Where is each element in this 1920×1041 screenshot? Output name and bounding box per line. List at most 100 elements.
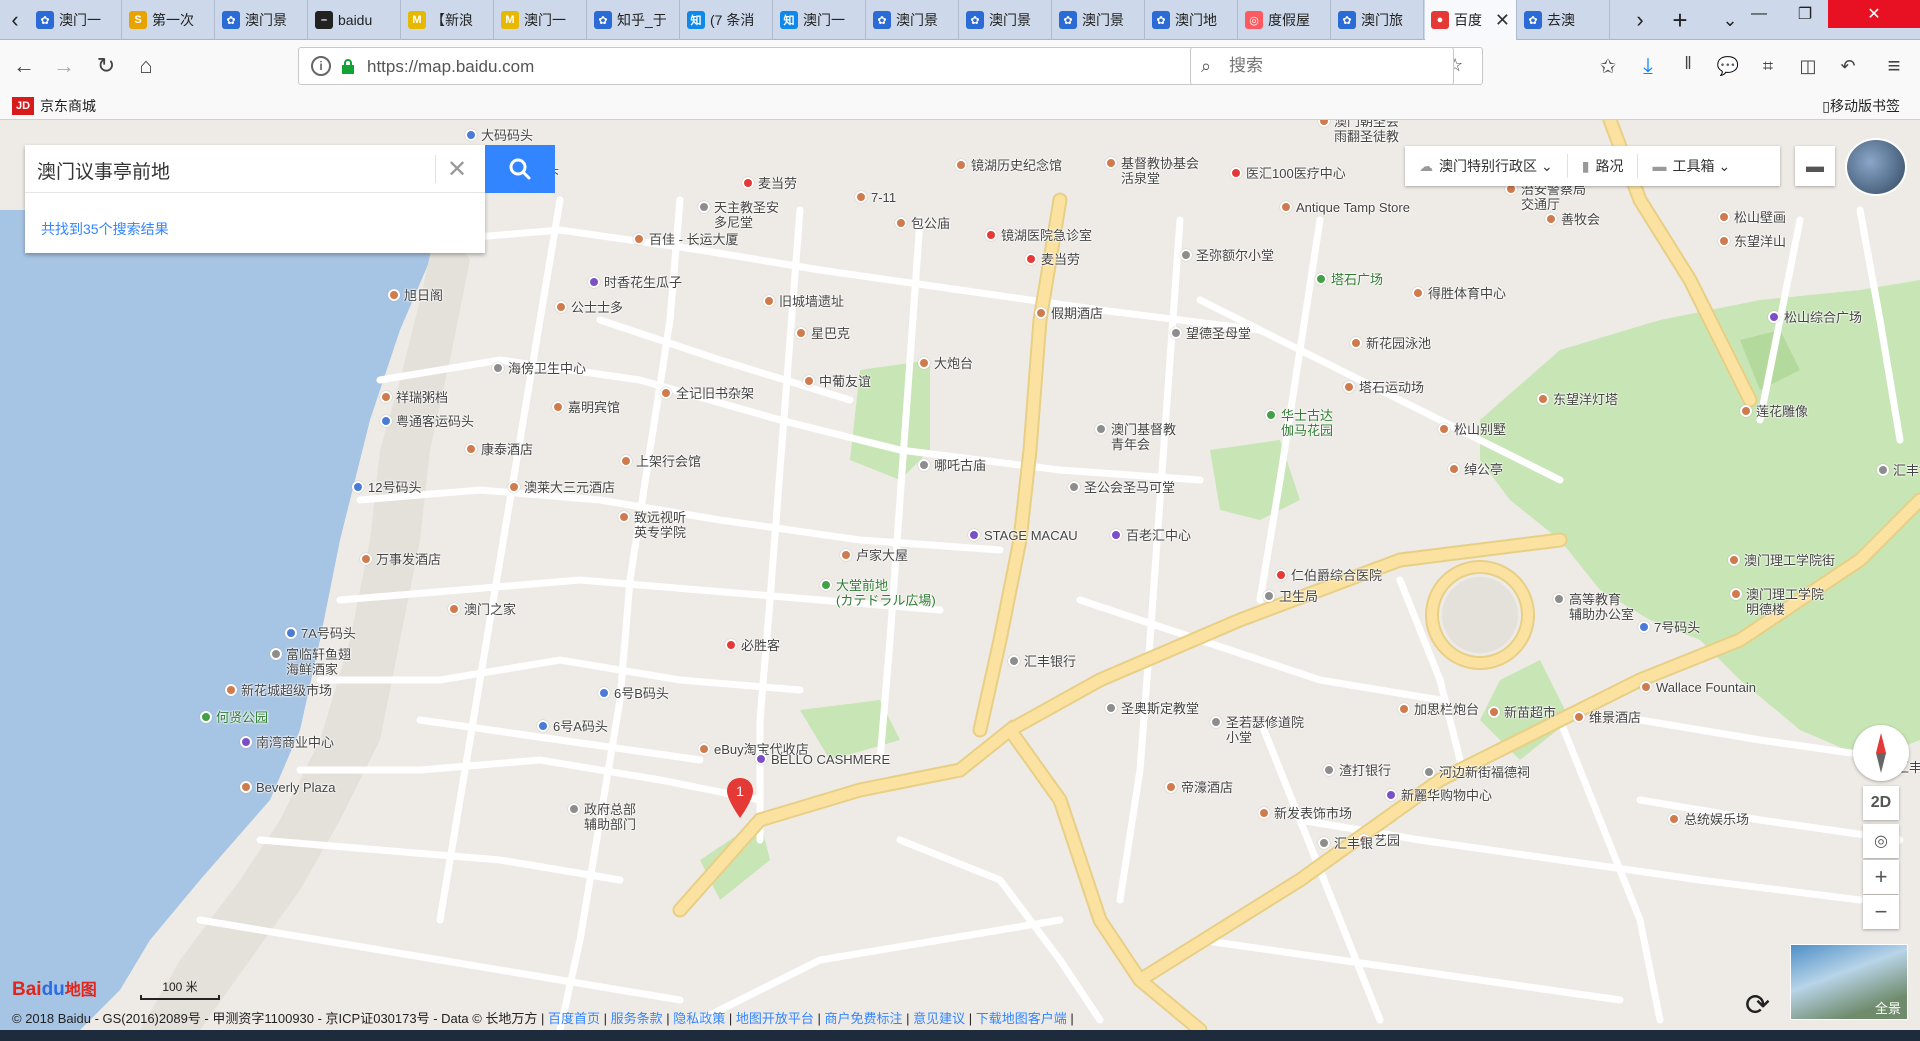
poi-place[interactable]: 治安警察局 交通厅 bbox=[1505, 182, 1586, 212]
poi-church[interactable]: 富临轩鱼翅 海鲜酒家 bbox=[270, 647, 351, 677]
traffic-toggle[interactable]: ▮ 路况 bbox=[1568, 154, 1639, 178]
crop-icon[interactable]: ⌗ bbox=[1752, 50, 1784, 82]
poi-church[interactable]: 圣公会圣马可堂 bbox=[1068, 480, 1175, 495]
poi-shop[interactable]: 星巴克 bbox=[795, 326, 850, 341]
sidebar-icon[interactable]: ◫ bbox=[1792, 50, 1824, 82]
poi-shop[interactable]: 7-11 bbox=[855, 190, 896, 205]
poi-bank[interactable]: 汇丰银 bbox=[1877, 463, 1920, 478]
poi-place[interactable]: 包公庙 bbox=[895, 216, 950, 231]
poi-mall[interactable]: 时香花生瓜子 bbox=[588, 275, 682, 290]
poi-place[interactable]: 康泰酒店 bbox=[465, 442, 533, 457]
poi-place[interactable]: 澳门之家 bbox=[448, 602, 516, 617]
poi-mall[interactable]: 百老汇中心 bbox=[1110, 528, 1191, 543]
back-icon[interactable]: ← bbox=[8, 50, 40, 82]
poi-place[interactable]: 致远视听 英专学院 bbox=[618, 510, 686, 540]
map-canvas[interactable]: 大码码头澳门朝圣会 雨翻圣徒教裕和发记码头 (NO.25)麦当劳镜湖历史纪念馆基… bbox=[0, 120, 1920, 1030]
poi-church[interactable]: 望德圣母堂 bbox=[1170, 326, 1251, 341]
tab[interactable]: – baidu bbox=[309, 0, 401, 40]
poi-hosp[interactable]: 仁伯爵综合医院 bbox=[1275, 568, 1382, 583]
poi-place[interactable]: 基督教协基会 活泉堂 bbox=[1105, 156, 1199, 186]
reading-list-icon[interactable]: ✩ bbox=[1592, 50, 1624, 82]
undo-icon[interactable]: ↶ bbox=[1832, 50, 1864, 82]
poi-place[interactable]: Beverly Plaza bbox=[240, 780, 335, 795]
message-button[interactable]: ▬ bbox=[1795, 146, 1835, 186]
poi-place[interactable]: 澳门朝圣会 雨翻圣徒教 bbox=[1318, 120, 1399, 144]
tab[interactable]: M 澳门一 bbox=[495, 0, 587, 40]
poi-church[interactable]: 河边新街福德祠 bbox=[1423, 765, 1530, 780]
bookmark-jd[interactable]: JD 京东商城 bbox=[12, 96, 96, 116]
tab[interactable]: ● 百度 ✕ bbox=[1425, 0, 1517, 40]
poi-hosp[interactable]: 镜湖医院急诊室 bbox=[985, 228, 1092, 243]
tab[interactable]: ✿ 澳门一 bbox=[30, 0, 122, 40]
region-selector[interactable]: ☁ 澳门特别行政区 ⌄ bbox=[1405, 154, 1568, 178]
toolbox-menu[interactable]: ▬ 工具箱 ⌄ bbox=[1638, 154, 1744, 178]
poi-shop[interactable]: 绰公亭 bbox=[1448, 462, 1503, 477]
poi-church[interactable]: 圣奥斯定教堂 bbox=[1105, 701, 1199, 716]
poi-mall[interactable]: STAGE MACAU bbox=[968, 528, 1078, 543]
poi-place[interactable]: 假期酒店 bbox=[1035, 306, 1103, 321]
footer-link[interactable]: 下载地图客户端 bbox=[976, 1011, 1067, 1026]
home-icon[interactable]: ⌂ bbox=[130, 50, 162, 82]
footer-link[interactable]: 地图开放平台 bbox=[736, 1011, 814, 1026]
tab[interactable]: ✿ 澳门旅 bbox=[1332, 0, 1424, 40]
poi-place[interactable]: 卢家大屋 bbox=[840, 548, 908, 563]
poi-port[interactable]: 7A号码头 bbox=[285, 626, 356, 641]
tab[interactable]: 知 (7 条消 bbox=[681, 0, 773, 40]
restore-icon[interactable]: ❐ bbox=[1782, 0, 1828, 28]
poi-church[interactable]: 哪吒古庙 bbox=[918, 458, 986, 473]
poi-place[interactable]: 澳门理工学院 明德楼 bbox=[1730, 587, 1824, 617]
poi-port[interactable]: 粤通客运码头 bbox=[380, 414, 474, 429]
poi-place[interactable]: 上架行会馆 bbox=[620, 454, 701, 469]
locate-icon[interactable]: ◎ bbox=[1863, 824, 1899, 858]
poi-church[interactable]: 圣若瑟修道院 小堂 bbox=[1210, 715, 1304, 745]
mobile-bookmarks[interactable]: ▯移动版书签 bbox=[1822, 96, 1900, 116]
footer-link[interactable]: 隐私政策 bbox=[673, 1011, 725, 1026]
library-icon[interactable]: 𝍪 bbox=[1672, 50, 1704, 82]
compass-control[interactable] bbox=[1853, 725, 1909, 781]
poi-church[interactable]: 高等教育 辅助办公室 bbox=[1553, 592, 1634, 622]
poi-park[interactable]: 华士古达 伽马花园 bbox=[1265, 408, 1333, 438]
poi-park[interactable]: 塔石广场 bbox=[1315, 272, 1383, 287]
poi-shop[interactable]: Antique Tamp Store bbox=[1280, 200, 1410, 215]
poi-port[interactable]: 大码码头 bbox=[465, 128, 533, 143]
poi-place[interactable]: 镜湖历史纪念馆 bbox=[955, 158, 1062, 173]
poi-port[interactable]: 6号B码头 bbox=[598, 686, 669, 701]
tab[interactable]: ◎ 度假屋 bbox=[1239, 0, 1331, 40]
poi-place[interactable]: Wallace Fountain bbox=[1640, 680, 1756, 695]
poi-place[interactable]: 新花园泳池 bbox=[1350, 336, 1431, 351]
poi-place[interactable]: 东望洋山 bbox=[1718, 234, 1786, 249]
poi-place[interactable]: 澳门理工学院街 bbox=[1728, 553, 1835, 568]
poi-food[interactable]: 麦当劳 bbox=[742, 176, 797, 191]
info-icon[interactable]: i bbox=[311, 56, 331, 76]
poi-shop[interactable]: 新苗超市 bbox=[1488, 705, 1556, 720]
tab[interactable]: ✿ 澳门景 bbox=[867, 0, 959, 40]
footer-link[interactable]: 意见建议 bbox=[913, 1011, 965, 1026]
poi-place[interactable]: 旧城墙遗址 bbox=[763, 294, 844, 309]
tab[interactable]: S 第一次 bbox=[123, 0, 215, 40]
poi-port[interactable]: 7号码头 bbox=[1638, 620, 1700, 635]
tab[interactable]: ✿ 去澳 bbox=[1518, 0, 1610, 40]
poi-shop[interactable]: 全记旧书杂架 bbox=[660, 386, 754, 401]
poi-shop[interactable]: 旭日阁 bbox=[388, 288, 443, 303]
poi-place[interactable]: 善牧会 bbox=[1545, 212, 1600, 227]
poi-place[interactable]: 松山别墅 bbox=[1438, 422, 1506, 437]
tab[interactable]: M 【新浪 bbox=[402, 0, 494, 40]
search-result-marker[interactable]: 1 bbox=[727, 778, 753, 818]
poi-mall[interactable]: BELLO CASHMERE bbox=[755, 752, 890, 767]
poi-church[interactable]: 天主教圣安 多尼堂 bbox=[698, 200, 779, 230]
footer-link[interactable]: 服务条款 bbox=[611, 1011, 663, 1026]
download-icon[interactable]: ⤓ bbox=[1632, 50, 1664, 82]
forward-icon[interactable]: → bbox=[48, 50, 80, 82]
poi-place[interactable]: 中葡友谊 bbox=[803, 374, 871, 389]
poi-bank[interactable]: 渣打银行 bbox=[1323, 763, 1391, 778]
tab[interactable]: ✿ 澳门景 bbox=[960, 0, 1052, 40]
poi-shop[interactable]: 新花城超级市场 bbox=[225, 683, 332, 698]
result-count-link[interactable]: 共找到35个搜索结果 bbox=[41, 219, 169, 239]
poi-place[interactable]: 大炮台 bbox=[918, 356, 973, 371]
browser-search-box[interactable]: ⌕ bbox=[1190, 47, 1454, 85]
tab-scroll-right-icon[interactable]: › bbox=[1625, 0, 1655, 40]
poi-port[interactable]: 12号码头 bbox=[352, 480, 421, 495]
poi-shop[interactable]: 新发表饰市场 bbox=[1258, 806, 1352, 821]
poi-church[interactable]: 政府总部 辅助部门 bbox=[568, 802, 636, 832]
poi-shop[interactable]: 公士士多 bbox=[555, 300, 623, 315]
